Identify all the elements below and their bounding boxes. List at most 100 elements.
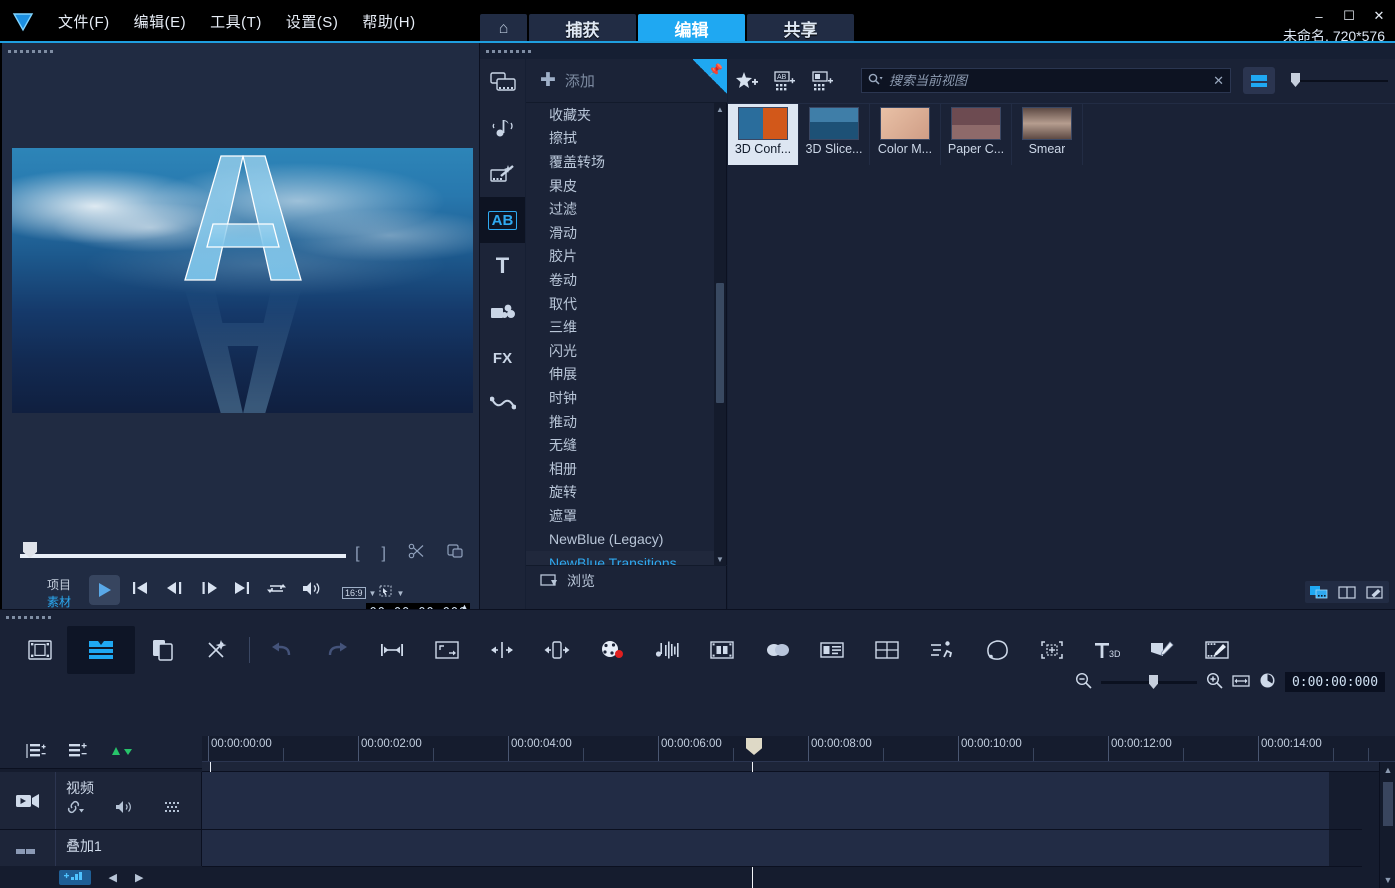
add-effect-icon[interactable] bbox=[728, 62, 766, 100]
menu-file[interactable]: 文件(F) bbox=[46, 7, 122, 36]
pin-icon[interactable]: 📌 bbox=[693, 59, 727, 95]
category-item-11[interactable]: 伸展 bbox=[526, 363, 715, 387]
category-item-16[interactable]: 旋转 bbox=[526, 481, 715, 505]
sidebar-item-audio[interactable] bbox=[480, 105, 525, 151]
category-item-13[interactable]: 推动 bbox=[526, 410, 715, 434]
go-to-end-button[interactable] bbox=[234, 581, 250, 599]
timeline-scroll-down-icon[interactable]: ▼ bbox=[1380, 872, 1395, 888]
timeline-view-button[interactable] bbox=[67, 626, 135, 674]
mask-creator-button[interactable] bbox=[969, 626, 1024, 674]
speed-button[interactable] bbox=[914, 626, 969, 674]
sidebar-item-fx[interactable]: FX bbox=[480, 335, 525, 381]
timeline-zoom-slider[interactable] bbox=[1101, 675, 1197, 689]
next-frame-button[interactable] bbox=[200, 581, 218, 599]
search-icon[interactable] bbox=[868, 73, 883, 89]
sidebar-item-path[interactable] bbox=[480, 381, 525, 427]
category-item-10[interactable]: 闪光 bbox=[526, 339, 715, 363]
preview-scrubber[interactable]: [ ] bbox=[12, 541, 472, 563]
size-slider-thumb[interactable] bbox=[1291, 73, 1300, 87]
library-item-1[interactable]: 3D Slice... bbox=[799, 104, 870, 166]
previous-frame-button[interactable] bbox=[166, 581, 184, 599]
category-item-17[interactable]: 遮罩 bbox=[526, 504, 715, 528]
browse-button[interactable]: 浏览 bbox=[526, 565, 727, 595]
view-mode-button[interactable] bbox=[1243, 67, 1275, 94]
zoom-region-button[interactable] bbox=[419, 626, 474, 674]
title-3d-button[interactable]: 3D bbox=[1079, 626, 1134, 674]
menu-edit[interactable]: 编辑(E) bbox=[122, 7, 199, 36]
library-item-3[interactable]: Paper C... bbox=[941, 104, 1012, 166]
menu-help[interactable]: 帮助(H) bbox=[350, 7, 427, 36]
chevron-down-icon[interactable]: ▼ bbox=[369, 589, 377, 598]
add-track-button[interactable] bbox=[59, 870, 91, 885]
search-box[interactable]: ✕ bbox=[861, 68, 1231, 93]
timeline-playhead-handle[interactable] bbox=[746, 738, 762, 755]
category-item-2[interactable]: 覆盖转场 bbox=[526, 150, 715, 174]
audio-mixer-button[interactable] bbox=[639, 626, 694, 674]
timeline-ruler[interactable]: 00:00:00:00 00:00:02:00 00:00:04:00 00:0… bbox=[202, 736, 1395, 762]
category-item-9[interactable]: 三维 bbox=[526, 315, 715, 339]
add-bar[interactable]: ✚ 添加 📌 bbox=[526, 59, 727, 103]
library-item-4[interactable]: Smear bbox=[1012, 104, 1083, 166]
split-view-icon[interactable] bbox=[1335, 583, 1359, 601]
category-item-8[interactable]: 取代 bbox=[526, 292, 715, 316]
category-item-0[interactable]: 收藏夹 bbox=[526, 103, 715, 127]
add-transition-icon[interactable] bbox=[804, 62, 842, 100]
fit-project-button[interactable] bbox=[364, 626, 419, 674]
menu-settings[interactable]: 设置(S) bbox=[274, 7, 351, 36]
library-item-2[interactable]: Color M... bbox=[870, 104, 941, 166]
tab-edit[interactable]: 编辑 bbox=[638, 14, 745, 43]
category-item-15[interactable]: 相册 bbox=[526, 457, 715, 481]
library-item-0[interactable]: 3D Conf... bbox=[728, 104, 799, 166]
category-item-19[interactable]: NewBlue Transitions bbox=[526, 551, 715, 565]
zoom-out-icon[interactable] bbox=[1075, 672, 1092, 692]
timeline-scroll-up-icon[interactable]: ▲ bbox=[1380, 762, 1395, 778]
project-clip-toggle[interactable]: 项目 素材 bbox=[47, 577, 71, 611]
zoom-in-icon[interactable] bbox=[1206, 672, 1223, 692]
category-item-6[interactable]: 胶片 bbox=[526, 245, 715, 269]
add-track-icon[interactable] bbox=[68, 743, 88, 762]
edit-toolbar-grip[interactable] bbox=[0, 614, 1395, 620]
scroll-left-button[interactable]: ◀ bbox=[109, 871, 117, 884]
timeline-timecode[interactable]: 0:00:00:000 bbox=[1285, 672, 1385, 692]
search-input[interactable] bbox=[889, 73, 1207, 88]
storyboard-grid-button[interactable] bbox=[859, 626, 914, 674]
scroll-right-button[interactable]: ▶ bbox=[135, 871, 143, 884]
maximize-button[interactable]: ☐ bbox=[1341, 8, 1357, 24]
close-button[interactable]: ✕ bbox=[1371, 8, 1387, 24]
mark-in-button[interactable]: [ bbox=[355, 545, 359, 563]
category-item-1[interactable]: 擦拭 bbox=[526, 127, 715, 151]
subtitle-editor-button[interactable] bbox=[804, 626, 859, 674]
sidebar-item-transitions[interactable]: AB bbox=[480, 197, 525, 243]
menu-tools[interactable]: 工具(T) bbox=[198, 7, 274, 36]
track-manager-icon[interactable] bbox=[26, 743, 46, 762]
sidebar-item-effects[interactable] bbox=[480, 151, 525, 197]
scissors-icon[interactable] bbox=[408, 543, 425, 564]
play-button[interactable] bbox=[89, 575, 120, 605]
screen-recorder-button[interactable] bbox=[1189, 626, 1244, 674]
scroll-down-icon[interactable]: ▼ bbox=[714, 553, 726, 565]
sidebar-item-media[interactable] bbox=[480, 59, 525, 105]
clear-search-icon[interactable]: ✕ bbox=[1213, 73, 1224, 89]
sidebar-item-graphic[interactable] bbox=[480, 289, 525, 335]
category-list[interactable]: 收藏夹 擦拭 覆盖转场 果皮 过滤 滑动 胶片 卷动 取代 三维 闪光 伸展 时… bbox=[526, 103, 715, 565]
multicam-editor-button[interactable] bbox=[694, 626, 749, 674]
library-view-icon[interactable] bbox=[1307, 583, 1331, 601]
split-clip-button[interactable] bbox=[474, 626, 529, 674]
add-title-icon[interactable]: AB bbox=[766, 62, 804, 100]
copy-attributes-button[interactable] bbox=[135, 626, 190, 674]
tab-share[interactable]: 共享 bbox=[747, 14, 854, 43]
zoom-slider-thumb[interactable] bbox=[1149, 675, 1158, 689]
category-item-7[interactable]: 卷动 bbox=[526, 268, 715, 292]
chevron-down-icon-2[interactable]: ▼ bbox=[396, 589, 404, 598]
snapshot-icon[interactable] bbox=[447, 543, 464, 564]
home-button[interactable]: ⌂ bbox=[480, 14, 527, 43]
timeline-track-overlay1[interactable]: 叠加1 bbox=[0, 830, 1362, 867]
motion-tracking-button[interactable] bbox=[749, 626, 804, 674]
library-empty-area[interactable] bbox=[728, 165, 1395, 609]
loop-button[interactable] bbox=[267, 581, 286, 600]
ripple-edit-button[interactable] bbox=[529, 626, 584, 674]
storyboard-view-button[interactable] bbox=[12, 626, 67, 674]
category-item-12[interactable]: 时钟 bbox=[526, 386, 715, 410]
edit-view-icon[interactable] bbox=[1363, 583, 1387, 601]
sidebar-item-title[interactable]: T bbox=[480, 243, 525, 289]
